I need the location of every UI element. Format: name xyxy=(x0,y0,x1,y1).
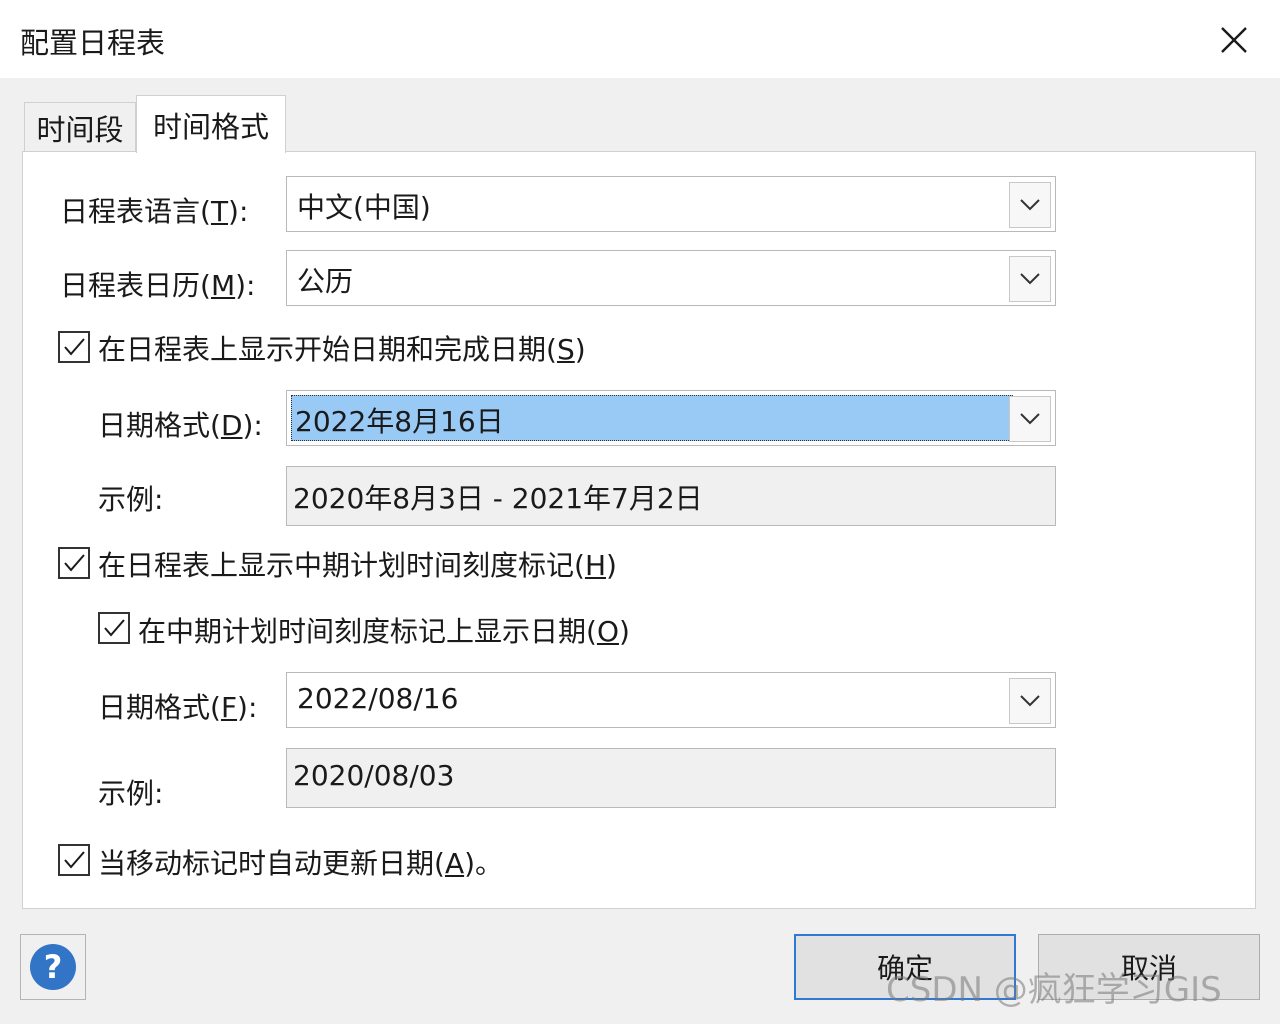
show-midterm-checkbox[interactable] xyxy=(58,547,90,579)
show-midterm-date-checkbox[interactable] xyxy=(98,612,130,644)
show-start-end-checkbox[interactable] xyxy=(58,331,90,363)
show-midterm-date-label[interactable]: 在中期计划时间刻度标记上显示日期(O) xyxy=(138,610,630,650)
example-1-value: 2020年8月3日 - 2021年7月2日 xyxy=(293,482,703,515)
help-button[interactable]: ? xyxy=(20,934,86,1000)
close-icon[interactable] xyxy=(1216,22,1252,58)
date-format-f-dropdown[interactable]: 2022/08/16 xyxy=(286,672,1056,728)
auto-update-checkbox[interactable] xyxy=(58,844,90,876)
language-dropdown[interactable]: 中文(中国) xyxy=(286,176,1056,232)
auto-update-label[interactable]: 当移动标记时自动更新日期(A)。 xyxy=(98,842,503,882)
example-2-field: 2020/08/03 xyxy=(286,748,1056,808)
calendar-value: 公历 xyxy=(297,265,354,298)
show-start-end-label[interactable]: 在日程表上显示开始日期和完成日期(S) xyxy=(98,328,586,368)
date-format-d-value: 2022年8月16日 xyxy=(291,395,1013,441)
chevron-down-icon[interactable] xyxy=(1009,256,1051,302)
tab-time-period[interactable]: 时间段 xyxy=(24,102,136,152)
date-format-d-label: 日期格式(D): xyxy=(98,409,263,442)
window-title: 配置日程表 xyxy=(20,26,166,60)
example-2-value: 2020/08/03 xyxy=(293,759,455,792)
help-icon: ? xyxy=(30,944,76,990)
date-format-f-label: 日期格式(F): xyxy=(98,691,258,724)
example-1-field: 2020年8月3日 - 2021年7月2日 xyxy=(286,466,1056,526)
example-2-label: 示例: xyxy=(98,777,164,810)
date-format-d-dropdown[interactable]: 2022年8月16日 xyxy=(286,390,1056,446)
example-1-label: 示例: xyxy=(98,483,164,516)
show-midterm-label[interactable]: 在日程表上显示中期计划时间刻度标记(H) xyxy=(98,544,617,584)
chevron-down-icon[interactable] xyxy=(1009,678,1051,724)
language-label: 日程表语言(T): xyxy=(60,195,249,228)
ok-button[interactable]: 确定 xyxy=(794,934,1016,1000)
chevron-down-icon[interactable] xyxy=(1009,182,1051,228)
calendar-dropdown[interactable]: 公历 xyxy=(286,250,1056,306)
tab-time-format[interactable]: 时间格式 xyxy=(136,95,286,153)
chevron-down-icon[interactable] xyxy=(1009,396,1051,442)
date-format-f-value: 2022/08/16 xyxy=(297,682,459,715)
title-bar: 配置日程表 xyxy=(0,0,1280,78)
language-value: 中文(中国) xyxy=(297,191,431,224)
cancel-button[interactable]: 取消 xyxy=(1038,934,1260,1000)
calendar-label: 日程表日历(M): xyxy=(60,269,256,302)
